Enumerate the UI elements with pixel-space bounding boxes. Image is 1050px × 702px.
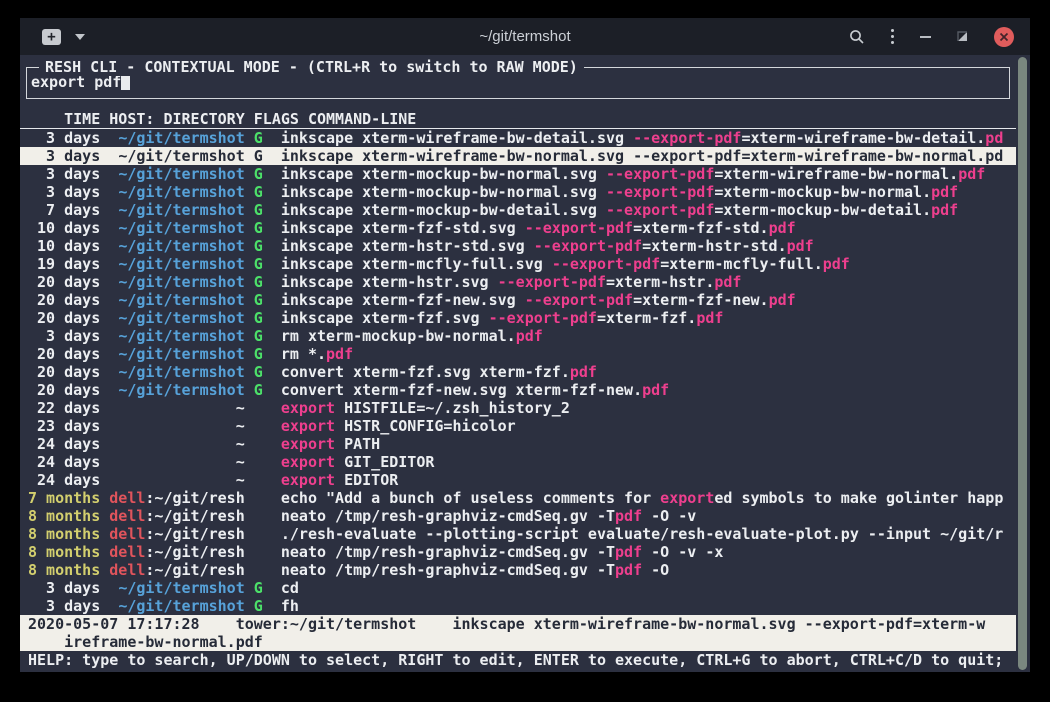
- menu-button[interactable]: [891, 29, 894, 44]
- terminal-content: RESH CLI - CONTEXTUAL MODE - (CTRL+R to …: [20, 55, 1030, 672]
- table-header: TIME HOST: DIRECTORY FLAGS COMMAND-LINE: [20, 110, 1016, 129]
- history-row[interactable]: 24 days ~ export GIT_EDITOR: [20, 453, 1016, 471]
- history-row[interactable]: 8 months dell:~/git/resh neato /tmp/resh…: [20, 507, 1016, 525]
- history-row[interactable]: 8 months dell:~/git/resh neato /tmp/resh…: [20, 561, 1016, 579]
- history-row[interactable]: 20 days ~/git/termshot G rm *.pdf: [20, 345, 1016, 363]
- search-icon: [849, 29, 865, 45]
- close-button[interactable]: [994, 27, 1014, 47]
- history-row[interactable]: 20 days ~/git/termshot G inkscape xterm-…: [20, 309, 1016, 327]
- kebab-menu-icon: [891, 29, 894, 44]
- history-row[interactable]: 22 days ~ export HISTFILE=~/.zsh_history…: [20, 399, 1016, 417]
- titlebar: + ~/git/termshot: [20, 18, 1030, 55]
- minimize-button[interactable]: [920, 36, 931, 38]
- history-list: 3 days ~/git/termshot G inkscape xterm-w…: [20, 129, 1016, 615]
- history-row[interactable]: 20 days ~/git/termshot G convert xterm-f…: [20, 381, 1016, 399]
- history-row[interactable]: 10 days ~/git/termshot G inkscape xterm-…: [20, 237, 1016, 255]
- search-box-title: RESH CLI - CONTEXTUAL MODE - (CTRL+R to …: [39, 58, 584, 76]
- help-bar: HELP: type to search, UP/DOWN to select,…: [20, 651, 1016, 669]
- history-row[interactable]: 3 days ~/git/termshot G cd: [20, 579, 1016, 597]
- scrollbar[interactable]: [1018, 57, 1027, 670]
- minimize-icon: [920, 36, 931, 38]
- history-row[interactable]: 3 days ~/git/termshot G inkscape xterm-m…: [20, 183, 1016, 201]
- detail-line: ireframe-bw-normal.pdf: [20, 633, 1016, 651]
- detail-line: 2020-05-07 17:17:28 tower:~/git/termshot…: [20, 615, 1016, 633]
- terminal-window: + ~/git/termshot: [20, 18, 1030, 672]
- history-row[interactable]: 20 days ~/git/termshot G inkscape xterm-…: [20, 291, 1016, 309]
- history-row[interactable]: 3 days ~/git/termshot G inkscape xterm-w…: [20, 147, 1016, 165]
- history-row[interactable]: 8 months dell:~/git/resh neato /tmp/resh…: [20, 543, 1016, 561]
- close-icon: [999, 32, 1009, 42]
- search-button[interactable]: [849, 29, 865, 45]
- history-row[interactable]: 7 days ~/git/termshot G inkscape xterm-m…: [20, 201, 1016, 219]
- history-row[interactable]: 8 months dell:~/git/resh ./resh-evaluate…: [20, 525, 1016, 543]
- history-row[interactable]: 24 days ~ export PATH: [20, 435, 1016, 453]
- restore-icon: [957, 31, 968, 42]
- history-row[interactable]: 10 days ~/git/termshot G inkscape xterm-…: [20, 219, 1016, 237]
- history-row[interactable]: 3 days ~/git/termshot G fh: [20, 597, 1016, 615]
- history-row[interactable]: 20 days ~/git/termshot G convert xterm-f…: [20, 363, 1016, 381]
- history-row[interactable]: 3 days ~/git/termshot G rm xterm-mockup-…: [20, 327, 1016, 345]
- text-cursor: [121, 74, 130, 90]
- history-row[interactable]: 3 days ~/git/termshot G inkscape xterm-w…: [20, 129, 1016, 147]
- history-row[interactable]: 7 months dell:~/git/resh echo "Add a bun…: [20, 489, 1016, 507]
- search-box[interactable]: RESH CLI - CONTEXTUAL MODE - (CTRL+R to …: [26, 67, 1010, 99]
- history-row[interactable]: 24 days ~ export EDITOR: [20, 471, 1016, 489]
- history-row[interactable]: 20 days ~/git/termshot G inkscape xterm-…: [20, 273, 1016, 291]
- history-row[interactable]: 23 days ~ export HSTR_CONFIG=hicolor: [20, 417, 1016, 435]
- restore-button[interactable]: [957, 31, 968, 42]
- detail-panel: 2020-05-07 17:17:28 tower:~/git/termshot…: [20, 615, 1016, 651]
- history-row[interactable]: 19 days ~/git/termshot G inkscape xterm-…: [20, 255, 1016, 273]
- history-row[interactable]: 3 days ~/git/termshot G inkscape xterm-m…: [20, 165, 1016, 183]
